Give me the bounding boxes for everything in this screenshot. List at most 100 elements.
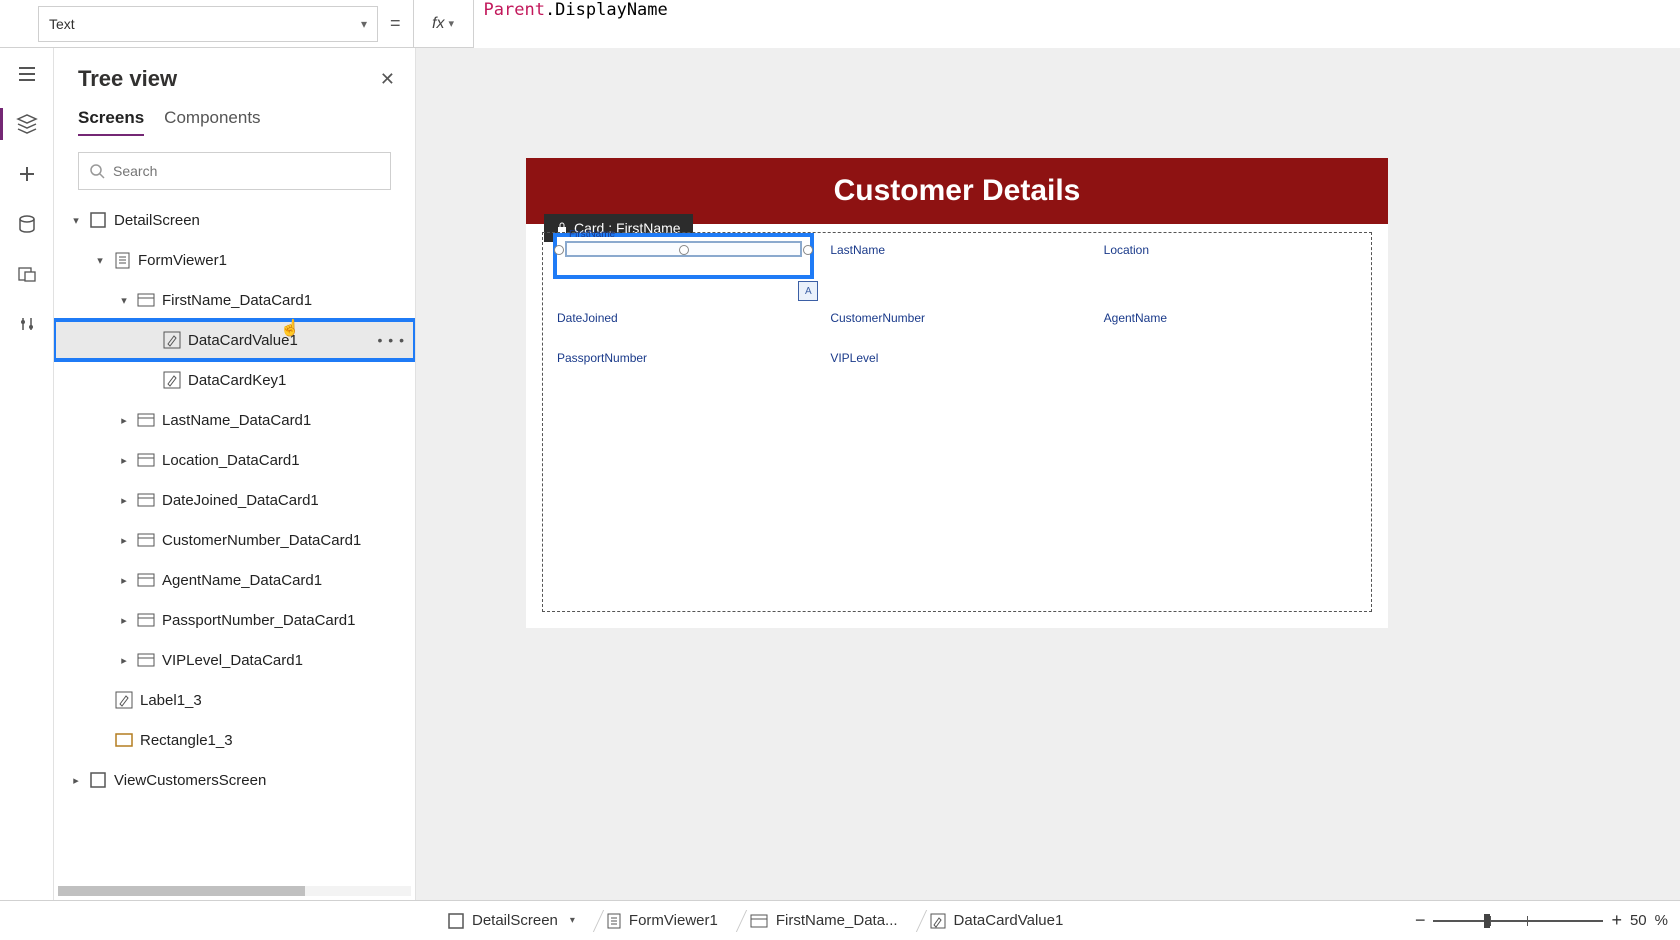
tree-item-passportnumber-datacard[interactable]: ▸ PassportNumber_DataCard1: [54, 600, 415, 640]
chevron-right-icon[interactable]: ▸: [116, 574, 132, 587]
screen-icon: [88, 770, 108, 790]
tree-item-label: FormViewer1: [138, 252, 227, 269]
chevron-down-icon: ▾: [448, 17, 454, 30]
status-bar: DetailScreen ▾ FormViewer1 FirstName_Dat…: [0, 900, 1680, 940]
tree-list: ▾ DetailScreen ▾ FormViewer1 ▾ FirstName…: [54, 200, 415, 886]
textinput-icon: [162, 330, 182, 350]
textinput-icon: [930, 913, 946, 929]
formula-input[interactable]: Parent.DisplayName: [474, 0, 1680, 48]
chevron-right-icon[interactable]: ▸: [116, 454, 132, 467]
equals-icon: =: [390, 13, 401, 34]
tree-item-datacardvalue1[interactable]: DataCardValue1 • • •: [54, 320, 415, 360]
tree-item-label: Location_DataCard1: [162, 452, 300, 469]
formula-token-identifier: Parent: [484, 0, 545, 20]
tree-item-detailscreen[interactable]: ▾ DetailScreen: [54, 200, 415, 240]
tree-item-lastname-datacard[interactable]: ▸ LastName_DataCard1: [54, 400, 415, 440]
panel-title: Tree view: [78, 66, 177, 92]
field-label-viplevel: VIPLevel: [830, 351, 1083, 365]
fx-label[interactable]: fx ▾: [414, 0, 474, 48]
chevron-down-icon[interactable]: ▾: [92, 254, 108, 267]
tree-search[interactable]: [78, 152, 391, 190]
tree-item-label: DateJoined_DataCard1: [162, 492, 319, 509]
form-icon: [112, 250, 132, 270]
zoom-slider[interactable]: [1433, 920, 1603, 922]
field-label-lastname: LastName: [830, 243, 1083, 285]
chevron-down-icon[interactable]: ▾: [68, 214, 84, 227]
breadcrumb-label: DataCardValue1: [954, 912, 1064, 929]
scrollbar-thumb[interactable]: [58, 886, 305, 896]
left-nav-rail: [0, 48, 54, 900]
chevron-right-icon[interactable]: ▸: [116, 534, 132, 547]
chevron-right-icon[interactable]: ▸: [116, 654, 132, 667]
breadcrumb-item-datacard[interactable]: FirstName_Data...: [734, 906, 914, 936]
app-preview-frame: Customer Details Card : FirstName FirstN…: [526, 158, 1388, 628]
breadcrumb-label: FormViewer1: [629, 912, 718, 929]
datacard-icon: [136, 530, 156, 550]
hamburger-icon[interactable]: [15, 62, 39, 86]
field-label-datejoined: DateJoined: [557, 311, 810, 325]
breadcrumb-label: DetailScreen: [472, 912, 558, 929]
chevron-down-icon[interactable]: ▾: [570, 915, 575, 926]
breadcrumb-item-screen[interactable]: DetailScreen ▾: [432, 906, 591, 936]
close-icon[interactable]: ✕: [380, 69, 395, 90]
search-input[interactable]: [113, 163, 380, 179]
canvas-area[interactable]: Customer Details Card : FirstName FirstN…: [416, 48, 1680, 900]
app-header-title: Customer Details: [834, 174, 1081, 207]
more-options-icon[interactable]: • • •: [378, 332, 405, 348]
tree-item-label1[interactable]: Label1_3: [54, 680, 415, 720]
tab-screens[interactable]: Screens: [78, 102, 144, 136]
datacard-icon: [136, 410, 156, 430]
breadcrumb-item-value[interactable]: DataCardValue1: [914, 906, 1080, 936]
tree-item-datejoined-datacard[interactable]: ▸ DateJoined_DataCard1: [54, 480, 415, 520]
resize-handle-icon[interactable]: [803, 245, 813, 255]
datacard-icon: [136, 450, 156, 470]
tree-item-agentname-datacard[interactable]: ▸ AgentName_DataCard1: [54, 560, 415, 600]
data-icon[interactable]: [15, 212, 39, 236]
tab-components[interactable]: Components: [164, 102, 260, 136]
chevron-right-icon[interactable]: ▸: [68, 774, 84, 787]
zoom-slider-thumb[interactable]: [1484, 914, 1490, 928]
chevron-right-icon[interactable]: ▸: [116, 494, 132, 507]
formula-input-container: fx ▾ Parent.DisplayName: [413, 0, 1680, 48]
tree-item-label: CustomerNumber_DataCard1: [162, 532, 361, 549]
resize-handle-icon[interactable]: [679, 245, 689, 255]
resize-handle-icon[interactable]: [554, 245, 564, 255]
rectangle-icon: [114, 730, 134, 750]
datacard-icon: [136, 290, 156, 310]
tree-item-viplevel-datacard[interactable]: ▸ VIPLevel_DataCard1: [54, 640, 415, 680]
chevron-down-icon: ▾: [361, 17, 367, 31]
screen-icon: [448, 913, 464, 929]
chevron-down-icon[interactable]: ▾: [116, 294, 132, 307]
fx-badge[interactable]: A: [798, 281, 818, 301]
datacard-icon: [136, 650, 156, 670]
tree-item-location-datacard[interactable]: ▸ Location_DataCard1: [54, 440, 415, 480]
breadcrumb: DetailScreen ▾ FormViewer1 FirstName_Dat…: [432, 906, 1079, 936]
tree-item-viewcustomersscreen[interactable]: ▸ ViewCustomersScreen: [54, 760, 415, 800]
zoom-suffix: %: [1655, 912, 1668, 929]
zoom-out-button[interactable]: −: [1415, 910, 1426, 931]
tree-item-formviewer[interactable]: ▾ FormViewer1: [54, 240, 415, 280]
chevron-right-icon[interactable]: ▸: [116, 614, 132, 627]
tree-item-customernumber-datacard[interactable]: ▸ CustomerNumber_DataCard1: [54, 520, 415, 560]
tree-item-label: DetailScreen: [114, 212, 200, 229]
settings-icon[interactable]: [15, 312, 39, 336]
tree-view-icon[interactable]: [15, 112, 39, 136]
datacard-firstname[interactable]: FirstName A: [557, 243, 810, 285]
chevron-right-icon[interactable]: ▸: [116, 414, 132, 427]
media-icon[interactable]: [15, 262, 39, 286]
field-label-customernumber: CustomerNumber: [830, 311, 1083, 325]
form-icon: [607, 913, 621, 929]
breadcrumb-item-form[interactable]: FormViewer1: [591, 906, 734, 936]
formula-token-member: .DisplayName: [545, 0, 668, 20]
form-viewer[interactable]: FirstName A LastName Location DateJoined: [542, 232, 1372, 612]
textinput-icon: [162, 370, 182, 390]
datacard-icon: [750, 914, 768, 928]
screen-icon: [88, 210, 108, 230]
property-dropdown[interactable]: Text ▾: [38, 6, 378, 42]
insert-icon[interactable]: [15, 162, 39, 186]
tree-item-datacardkey1[interactable]: DataCardKey1: [54, 360, 415, 400]
tree-h-scrollbar[interactable]: [58, 886, 411, 896]
zoom-in-button[interactable]: +: [1611, 910, 1622, 931]
tree-item-rectangle1[interactable]: Rectangle1_3: [54, 720, 415, 760]
tree-item-firstname-datacard[interactable]: ▾ FirstName_DataCard1: [54, 280, 415, 320]
